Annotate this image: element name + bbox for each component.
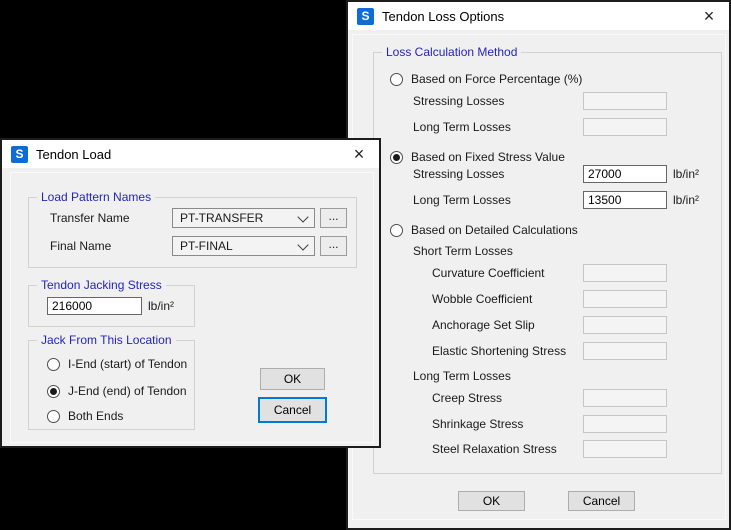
group-legend: Tendon Jacking Stress xyxy=(37,278,166,292)
long-term-losses-header: Long Term Losses xyxy=(413,369,511,383)
fp-stressing-losses-row: Stressing Losses xyxy=(413,92,667,110)
wobble-coefficient-row: Wobble Coefficient xyxy=(432,290,667,308)
tendon-load-titlebar[interactable]: S Tendon Load × xyxy=(2,140,379,168)
close-icon[interactable]: × xyxy=(348,143,370,165)
fs-long-term-unit: lb/in² xyxy=(673,193,700,207)
elastic-shortening-stress-row: Elastic Shortening Stress xyxy=(432,342,667,360)
loss-calculation-method-group: Loss Calculation Method xyxy=(373,45,722,474)
close-icon[interactable]: × xyxy=(698,5,720,27)
app-logo-icon: S xyxy=(11,145,28,163)
group-legend: Load Pattern Names xyxy=(37,190,156,204)
final-name-combobox[interactable]: PT-FINAL xyxy=(172,236,315,256)
jacking-stress-row: lb/in² xyxy=(47,297,174,315)
radio-icon xyxy=(390,150,403,164)
chevron-down-icon xyxy=(297,210,309,223)
anchorage-set-slip-input xyxy=(583,316,667,334)
transfer-name-combobox[interactable]: PT-TRANSFER xyxy=(172,208,315,228)
radio-force-percentage[interactable]: Based on Force Percentage (%) xyxy=(390,70,582,88)
fs-long-term-losses-row: Long Term Losses lb/in² xyxy=(413,191,699,209)
elastic-shortening-stress-input xyxy=(583,342,667,360)
radio-icon xyxy=(390,72,403,86)
tendon-loss-titlebar[interactable]: S Tendon Loss Options × xyxy=(348,2,729,30)
radio-both-ends[interactable]: Both Ends xyxy=(47,407,123,425)
radio-j-end[interactable]: J-End (end) of Tendon xyxy=(47,382,187,400)
group-legend: Loss Calculation Method xyxy=(382,45,522,59)
steel-relaxation-stress-row: Steel Relaxation Stress xyxy=(432,440,667,458)
fs-stressing-losses-row: Stressing Losses lb/in² xyxy=(413,165,699,183)
steel-relaxation-stress-input xyxy=(583,440,667,458)
ok-button[interactable]: OK xyxy=(458,491,525,511)
radio-icon xyxy=(47,409,60,423)
fs-long-term-losses-input[interactable] xyxy=(583,191,667,209)
fp-long-term-losses-input xyxy=(583,118,667,136)
fs-stressing-unit: lb/in² xyxy=(673,167,700,181)
fp-long-term-losses-row: Long Term Losses xyxy=(413,118,667,136)
radio-fixed-stress[interactable]: Based on Fixed Stress Value xyxy=(390,148,565,166)
creep-stress-row: Creep Stress xyxy=(432,389,667,407)
curvature-coefficient-input xyxy=(583,264,667,282)
short-term-losses-header: Short Term Losses xyxy=(413,244,513,258)
dialog-title: Tendon Load xyxy=(36,146,112,162)
transfer-browse-button[interactable]: ... xyxy=(320,208,347,228)
radio-icon xyxy=(47,384,60,398)
cancel-button[interactable]: Cancel xyxy=(258,397,327,423)
app-logo-icon: S xyxy=(357,7,374,25)
radio-detailed-calculations[interactable]: Based on Detailed Calculations xyxy=(390,221,578,239)
jacking-stress-unit: lb/in² xyxy=(148,299,175,313)
creep-stress-input xyxy=(583,389,667,407)
cancel-button[interactable]: Cancel xyxy=(568,491,635,511)
transfer-name-label-row: Transfer Name xyxy=(50,211,130,225)
anchorage-set-slip-row: Anchorage Set Slip xyxy=(432,316,667,334)
chevron-down-icon xyxy=(297,238,309,251)
radio-icon xyxy=(47,357,60,371)
final-browse-button[interactable]: ... xyxy=(320,236,347,256)
tendon-loss-options-dialog: S Tendon Loss Options × Loss Calculation… xyxy=(346,0,731,530)
radio-icon xyxy=(390,223,403,237)
wobble-coefficient-input xyxy=(583,290,667,308)
curvature-coefficient-row: Curvature Coefficient xyxy=(432,264,667,282)
group-legend: Jack From This Location xyxy=(37,333,176,347)
ok-button[interactable]: OK xyxy=(260,368,325,390)
shrinkage-stress-input xyxy=(583,415,667,433)
dialog-title: Tendon Loss Options xyxy=(382,8,505,24)
final-name-label-row: Final Name xyxy=(50,239,112,253)
jacking-stress-input[interactable] xyxy=(47,297,142,315)
tendon-load-dialog: S Tendon Load × Load Pattern Names Trans… xyxy=(0,138,381,448)
radio-i-end[interactable]: I-End (start) of Tendon xyxy=(47,355,187,373)
fp-stressing-losses-input xyxy=(583,92,667,110)
fs-stressing-losses-input[interactable] xyxy=(583,165,667,183)
shrinkage-stress-row: Shrinkage Stress xyxy=(432,415,667,433)
